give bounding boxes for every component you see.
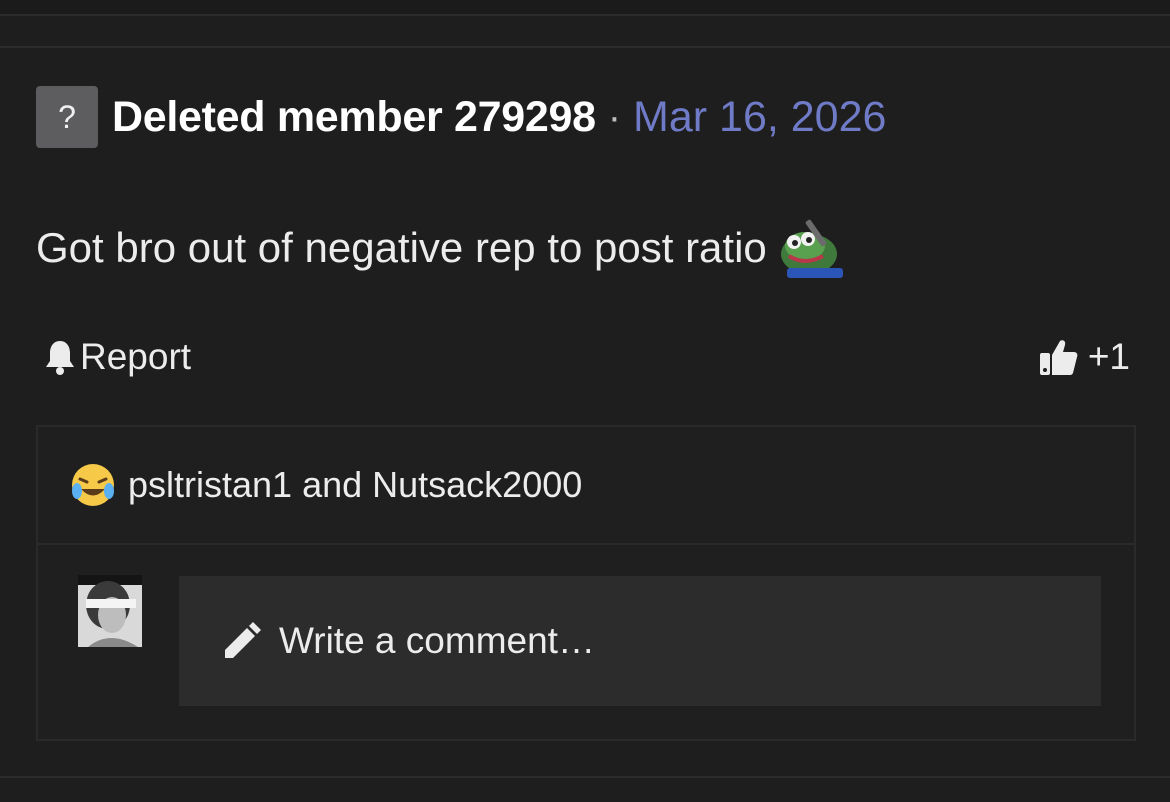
crying-laughing-icon (72, 464, 114, 506)
comment-placeholder: Write a comment… (279, 620, 595, 661)
top-strip (0, 0, 1170, 16)
post-text: Got bro out of negative rep to post rati… (36, 224, 767, 271)
pencil-icon (225, 622, 261, 658)
separator-dot: · (607, 94, 622, 139)
post-actions: Report +1 (44, 336, 1130, 386)
post: ? Deleted member 279298 · Mar 16, 2026 G… (0, 48, 1170, 776)
post-body: Got bro out of negative rep to post rati… (36, 216, 847, 280)
comment-input[interactable]: Write a comment… (179, 576, 1101, 706)
page: ? Deleted member 279298 · Mar 16, 2026 G… (0, 0, 1170, 802)
like-count: +1 (1087, 336, 1130, 377)
author-avatar[interactable]: ? (36, 86, 98, 148)
bottom-divider (0, 776, 1170, 778)
report-label: Report (80, 336, 192, 377)
reactions-summary[interactable]: psltristan1 and Nutsack2000 (38, 427, 1134, 545)
bell-icon (46, 341, 74, 375)
current-user-avatar[interactable] (78, 575, 142, 647)
thumbs-up-icon (1039, 340, 1078, 375)
post-date-link[interactable]: Mar 16, 2026 (633, 93, 886, 142)
reactions-users[interactable]: psltristan1 and Nutsack2000 (128, 464, 582, 506)
reactions-panel: psltristan1 and Nutsack2000 Write a comm… (36, 425, 1136, 741)
like-button[interactable]: +1 (1038, 336, 1130, 378)
comment-composer: Write a comment… (38, 545, 1134, 739)
report-button[interactable]: Report (44, 336, 191, 378)
post-header: ? Deleted member 279298 · Mar 16, 2026 (36, 86, 886, 148)
pepe-sticker-icon (780, 219, 843, 278)
author-name[interactable]: Deleted member 279298 (112, 93, 596, 142)
